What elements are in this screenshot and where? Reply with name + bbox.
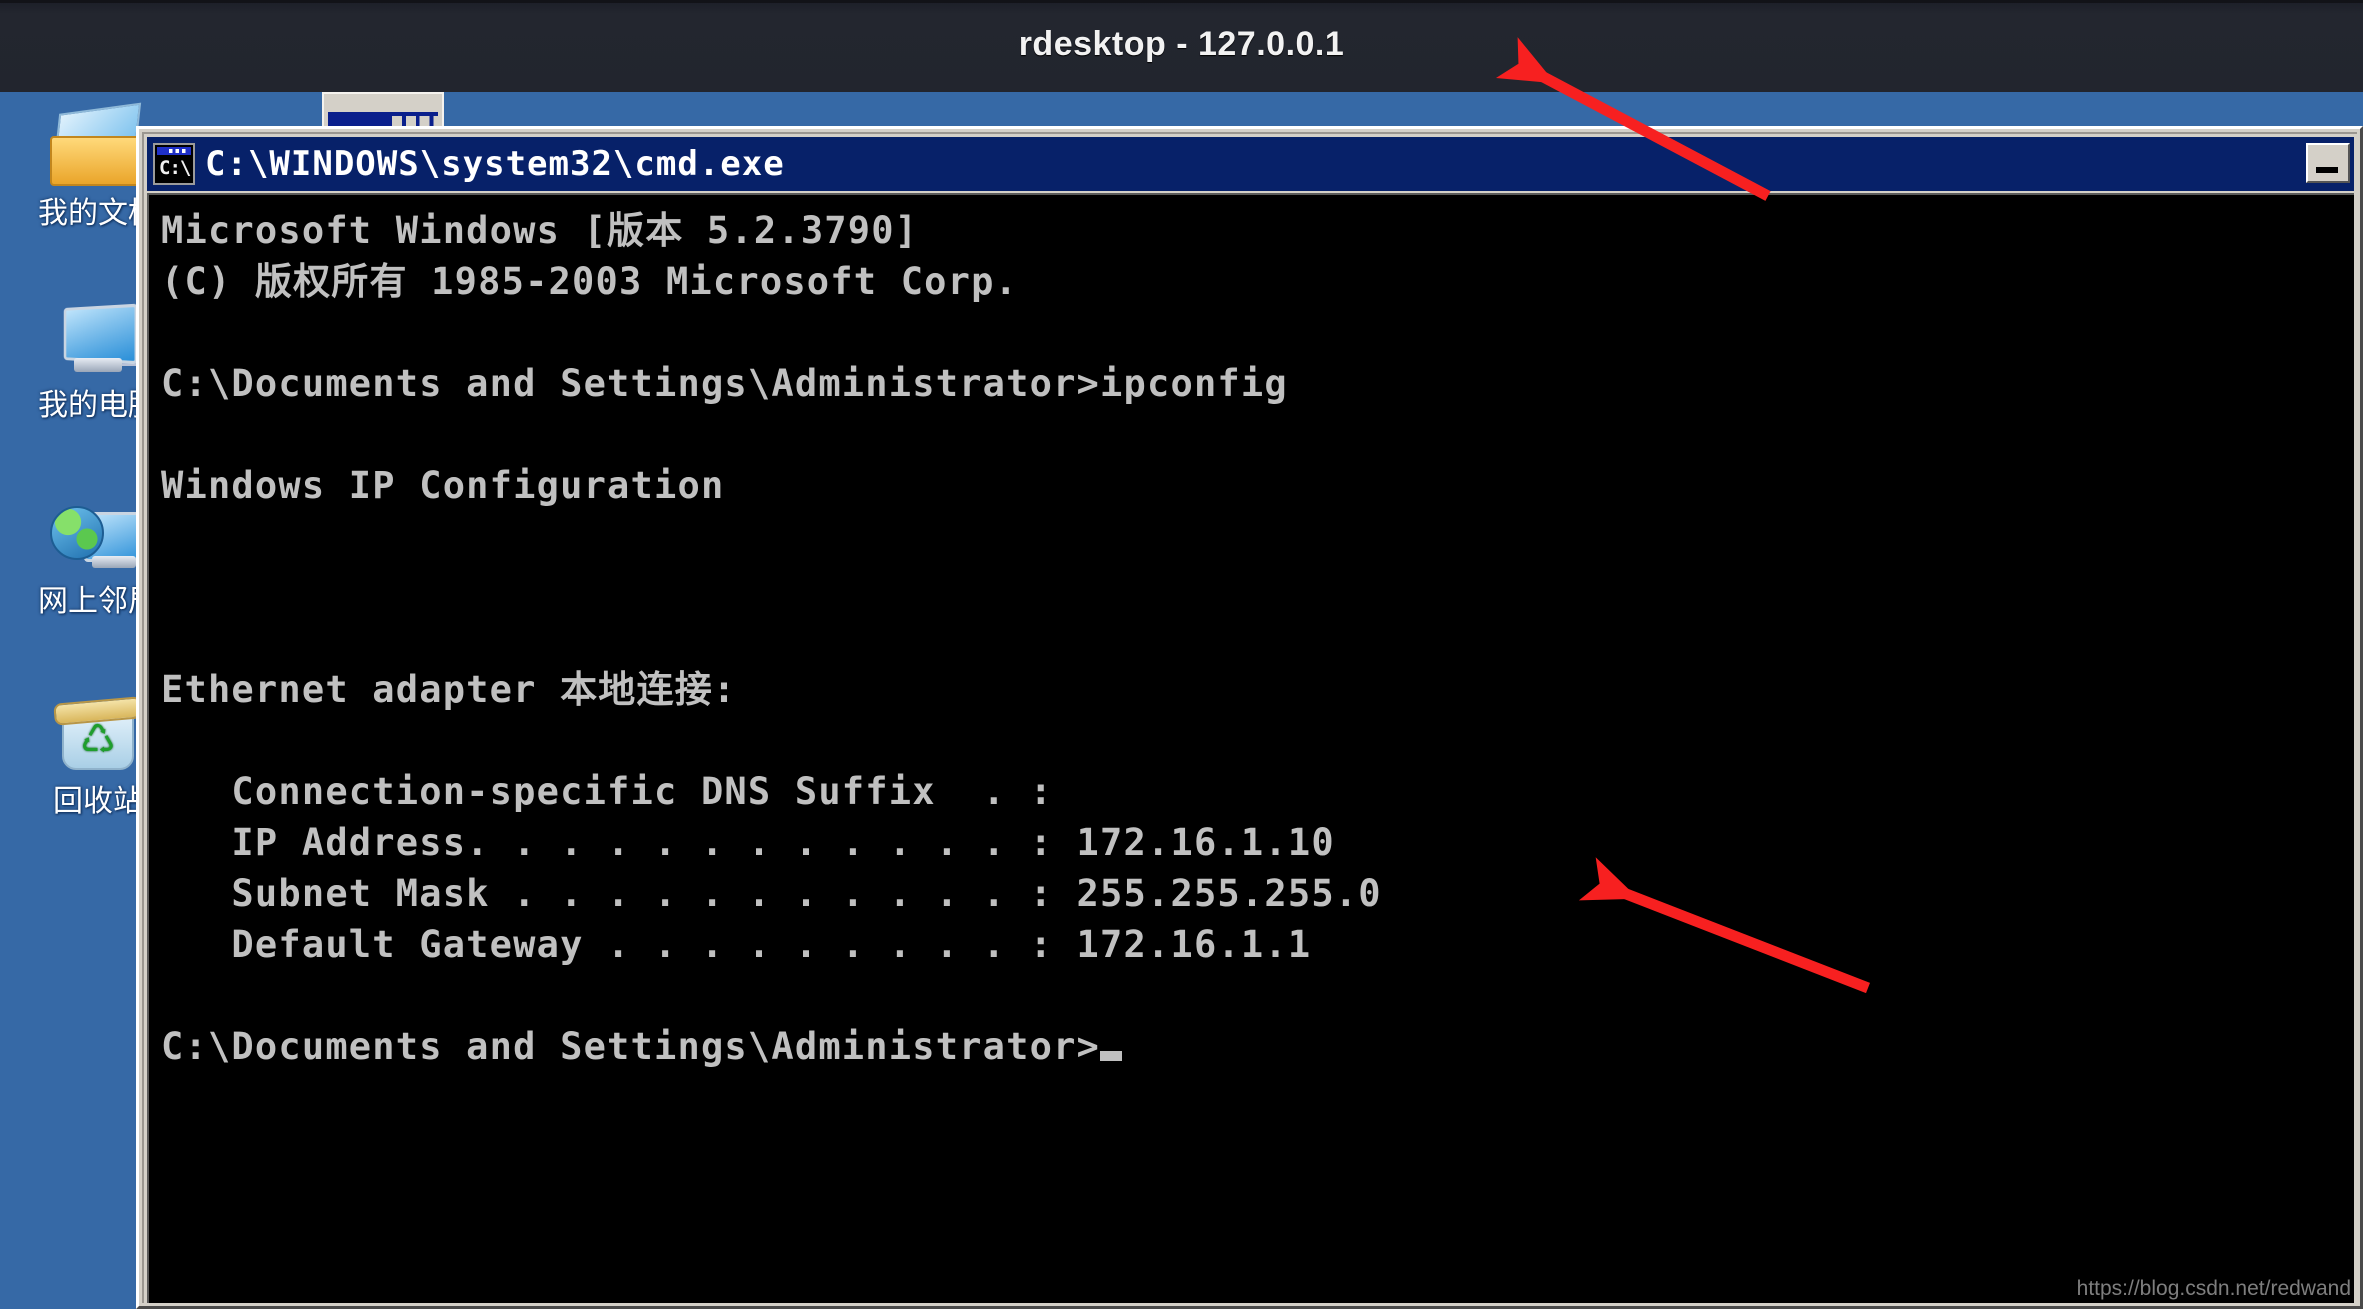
rdesktop-window-title: rdesktop - 127.0.0.1 [1018, 25, 1345, 63]
screenshot-root: rdesktop - 127.0.0.1 我的文档 我的电脑 网上邻居 ♺ 回收… [0, 0, 2363, 1309]
cmd-console-text: Microsoft Windows [版本 5.2.3790] (C) 版权所有… [161, 209, 1382, 1068]
cmd-icon: C:\ [153, 143, 195, 185]
cmd-window[interactable]: C:\ C:\WINDOWS\system32\cmd.exe Microsof… [136, 126, 2363, 1309]
cmd-console-output-area[interactable]: Microsoft Windows [版本 5.2.3790] (C) 版权所有… [147, 193, 2354, 1303]
minimize-icon [2316, 167, 2338, 173]
cmd-icon-prompt-glyph: C:\ [159, 157, 191, 179]
cmd-titlebar[interactable]: C:\ C:\WINDOWS\system32\cmd.exe [147, 137, 2354, 191]
cmd-window-controls[interactable] [2306, 143, 2350, 183]
cmd-window-title: C:\WINDOWS\system32\cmd.exe [205, 144, 785, 184]
console-cursor [1100, 1051, 1123, 1061]
watermark-text: https://blog.csdn.net/redwand [2076, 1277, 2351, 1300]
minimize-button[interactable] [2306, 143, 2350, 183]
rdesktop-window-titlebar[interactable]: rdesktop - 127.0.0.1 [0, 0, 2363, 95]
remote-desktop-surface[interactable]: 我的文档 我的电脑 网上邻居 ♺ 回收站 C:\ C:\WINDOWS\syst… [0, 92, 2363, 1309]
cmd-window-inner: C:\ C:\WINDOWS\system32\cmd.exe Microsof… [142, 132, 2357, 1303]
